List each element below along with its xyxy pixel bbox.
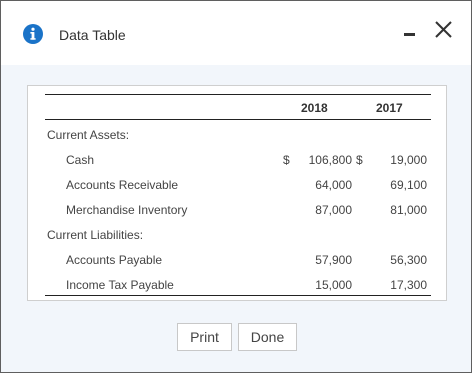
cash-2018-value: 106,800 <box>308 153 352 167</box>
done-button[interactable]: Done <box>238 323 297 351</box>
section-label-current-assets: Current Assets: <box>47 128 130 142</box>
dialog-body: 2018 2017 Current Assets: Cash $ 106,800… <box>1 65 471 372</box>
merchandise-inventory-2018-value: 87,000 <box>315 203 352 217</box>
close-icon[interactable] <box>434 17 454 41</box>
currency-symbol-2017: $ <box>356 153 363 167</box>
row-label-merchandise-inventory: Merchandise Inventory <box>66 203 188 217</box>
info-icon <box>23 24 43 44</box>
column-header-2018: 2018 <box>301 101 328 115</box>
merchandise-inventory-2017-value: 81,000 <box>390 203 427 217</box>
accounts-payable-2017-value: 56,300 <box>390 253 427 267</box>
table-top-rule <box>45 94 431 95</box>
dialog-titlebar: Data Table <box>1 1 471 65</box>
print-button[interactable]: Print <box>177 323 232 351</box>
income-tax-payable-2018-value: 15,000 <box>315 278 352 292</box>
row-label-income-tax-payable: Income Tax Payable <box>66 278 174 292</box>
currency-symbol-2018: $ <box>283 153 290 167</box>
data-table: 2018 2017 Current Assets: Cash $ 106,800… <box>27 85 447 301</box>
row-label-accounts-payable: Accounts Payable <box>66 253 163 267</box>
column-header-2017: 2017 <box>376 101 403 115</box>
header-rule <box>45 119 431 120</box>
minimize-icon[interactable] <box>401 19 421 43</box>
row-label-cash: Cash <box>66 153 95 167</box>
section-label-current-liabilities: Current Liabilities: <box>47 228 144 242</box>
row-label-accounts-receivable: Accounts Receivable <box>66 178 179 192</box>
accounts-receivable-2017-value: 69,100 <box>390 178 427 192</box>
accounts-payable-2018-value: 57,900 <box>315 253 352 267</box>
income-tax-payable-2017-value: 17,300 <box>390 278 427 292</box>
table-bottom-rule <box>45 295 431 296</box>
cash-2017-value: 19,000 <box>390 153 427 167</box>
accounts-receivable-2018-value: 64,000 <box>315 178 352 192</box>
data-table-dialog: Data Table 2018 2017 Current Assets: Cas… <box>0 0 472 373</box>
dialog-title: Data Table <box>59 27 126 43</box>
